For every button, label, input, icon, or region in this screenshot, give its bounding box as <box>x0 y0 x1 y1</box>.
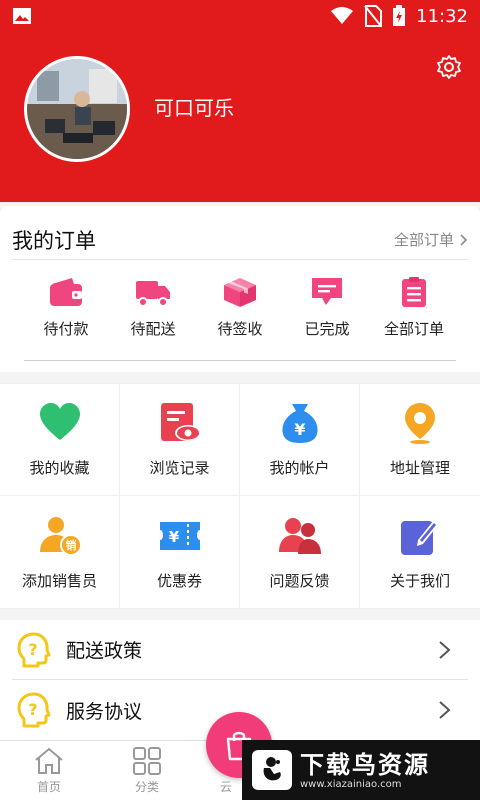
chat-icon <box>312 278 342 305</box>
grid-item-about[interactable]: 关于我们 <box>360 496 480 609</box>
wifi-icon <box>331 7 354 24</box>
watermark-logo <box>252 750 292 790</box>
list-item-delivery-policy[interactable]: ? 配送政策 <box>12 620 468 680</box>
orders-header: 我的订单 全部订单 <box>12 220 468 260</box>
feature-grid: 我的收藏 浏览记录 ¥ 我的帐户 地址管理 销 添加销售员 ¥ 优惠券 问题反馈… <box>0 383 480 609</box>
grid-item-coupons[interactable]: ¥ 优惠券 <box>120 496 240 609</box>
order-label: 已完成 <box>304 320 350 338</box>
question-head-icon: ? <box>17 632 51 667</box>
coupon-icon: ¥ <box>159 521 200 550</box>
avatar-photo <box>27 59 127 159</box>
nav-label: 首页 <box>36 780 61 794</box>
money-bag-icon: ¥ <box>281 404 318 443</box>
profile-header: 可口可乐 <box>0 32 480 202</box>
grid-label: 我的收藏 <box>29 459 90 477</box>
svg-text:?: ? <box>28 700 37 719</box>
users-icon <box>278 517 321 554</box>
grid-label: 优惠券 <box>156 571 202 590</box>
orders-title: 我的订单 <box>12 228 96 253</box>
add-salesman-icon: 销 <box>39 516 82 556</box>
grid-label: 我的帐户 <box>269 459 330 477</box>
chevron-right-icon <box>460 233 468 246</box>
truck-icon <box>136 281 170 307</box>
grid-label: 添加销售员 <box>21 571 97 590</box>
order-label: 待配送 <box>130 320 176 338</box>
chevron-right-icon <box>439 640 451 659</box>
avatar[interactable] <box>24 56 130 162</box>
order-item-all[interactable]: 全部订单 <box>374 276 454 356</box>
nav-center-label[interactable]: 云 <box>220 778 232 795</box>
question-head-icon: ? <box>17 692 51 728</box>
battery-charging-icon <box>393 5 406 26</box>
nav-home[interactable]: 首页 <box>0 741 98 800</box>
grid-icon <box>133 747 161 775</box>
orders-card: 我的订单 全部订单 待付款 待配送 待签收 已完成 全部订单 <box>0 206 480 372</box>
grid-label: 关于我们 <box>389 571 450 590</box>
svg-text:?: ? <box>28 640 37 659</box>
grid-item-address[interactable]: 地址管理 <box>360 384 480 496</box>
status-time: 11:32 <box>416 5 468 27</box>
all-orders-link[interactable]: 全部订单 <box>394 229 468 250</box>
heart-icon <box>39 403 80 440</box>
watermark-url: www.xiazainiao.com <box>300 778 402 790</box>
nav-label: 分类 <box>134 780 159 794</box>
coin-symbol: ¥ <box>294 420 305 439</box>
grid-item-add-salesman[interactable]: 销 添加销售员 <box>0 496 120 609</box>
grid-label: 浏览记录 <box>149 459 210 477</box>
order-item-pending-payment[interactable]: 待付款 <box>26 276 106 356</box>
watermark: 下载鸟资源 www.xiazainiao.com <box>242 740 480 800</box>
nav-category[interactable]: 分类 <box>98 741 196 800</box>
watermark-title: 下载鸟资源 <box>300 750 430 779</box>
history-eye-icon <box>160 403 201 441</box>
orders-divider <box>24 360 456 361</box>
status-bar: 11:32 <box>0 0 480 32</box>
grid-item-history[interactable]: 浏览记录 <box>120 384 240 496</box>
grid-item-favorites[interactable]: 我的收藏 <box>0 384 120 496</box>
order-status-row: 待付款 待配送 待签收 已完成 全部订单 <box>12 276 468 356</box>
grid-item-feedback[interactable]: 问题反馈 <box>240 496 360 609</box>
image-icon <box>13 8 31 24</box>
order-item-pending-receipt[interactable]: 待签收 <box>200 276 280 356</box>
bird-icon <box>263 757 281 781</box>
wallet-icon <box>50 278 82 306</box>
grid-label: 问题反馈 <box>269 571 330 590</box>
edit-icon <box>401 519 439 555</box>
all-orders-label: 全部订单 <box>393 231 454 249</box>
gear-icon[interactable] <box>436 54 462 80</box>
coupon-symbol: ¥ <box>168 528 179 546</box>
grid-item-account[interactable]: ¥ 我的帐户 <box>240 384 360 496</box>
location-pin-icon <box>405 403 435 444</box>
username[interactable]: 可口可乐 <box>154 92 234 121</box>
policy-label: 配送政策 <box>66 640 143 662</box>
order-label: 待付款 <box>43 320 89 338</box>
grid-label: 地址管理 <box>389 459 450 477</box>
chevron-right-icon <box>439 701 451 719</box>
salesman-badge-text: 销 <box>65 538 76 552</box>
clipboard-icon <box>402 277 426 307</box>
watermark-text: 下载鸟资源 www.xiazainiao.com <box>300 751 430 790</box>
order-item-pending-delivery[interactable]: 待配送 <box>113 276 193 356</box>
order-label: 全部订单 <box>383 320 444 338</box>
home-icon <box>35 747 63 774</box>
no-sim-icon <box>364 5 383 27</box>
order-item-completed[interactable]: 已完成 <box>287 276 367 356</box>
box-icon <box>224 278 256 307</box>
order-label: 待签收 <box>217 320 263 338</box>
